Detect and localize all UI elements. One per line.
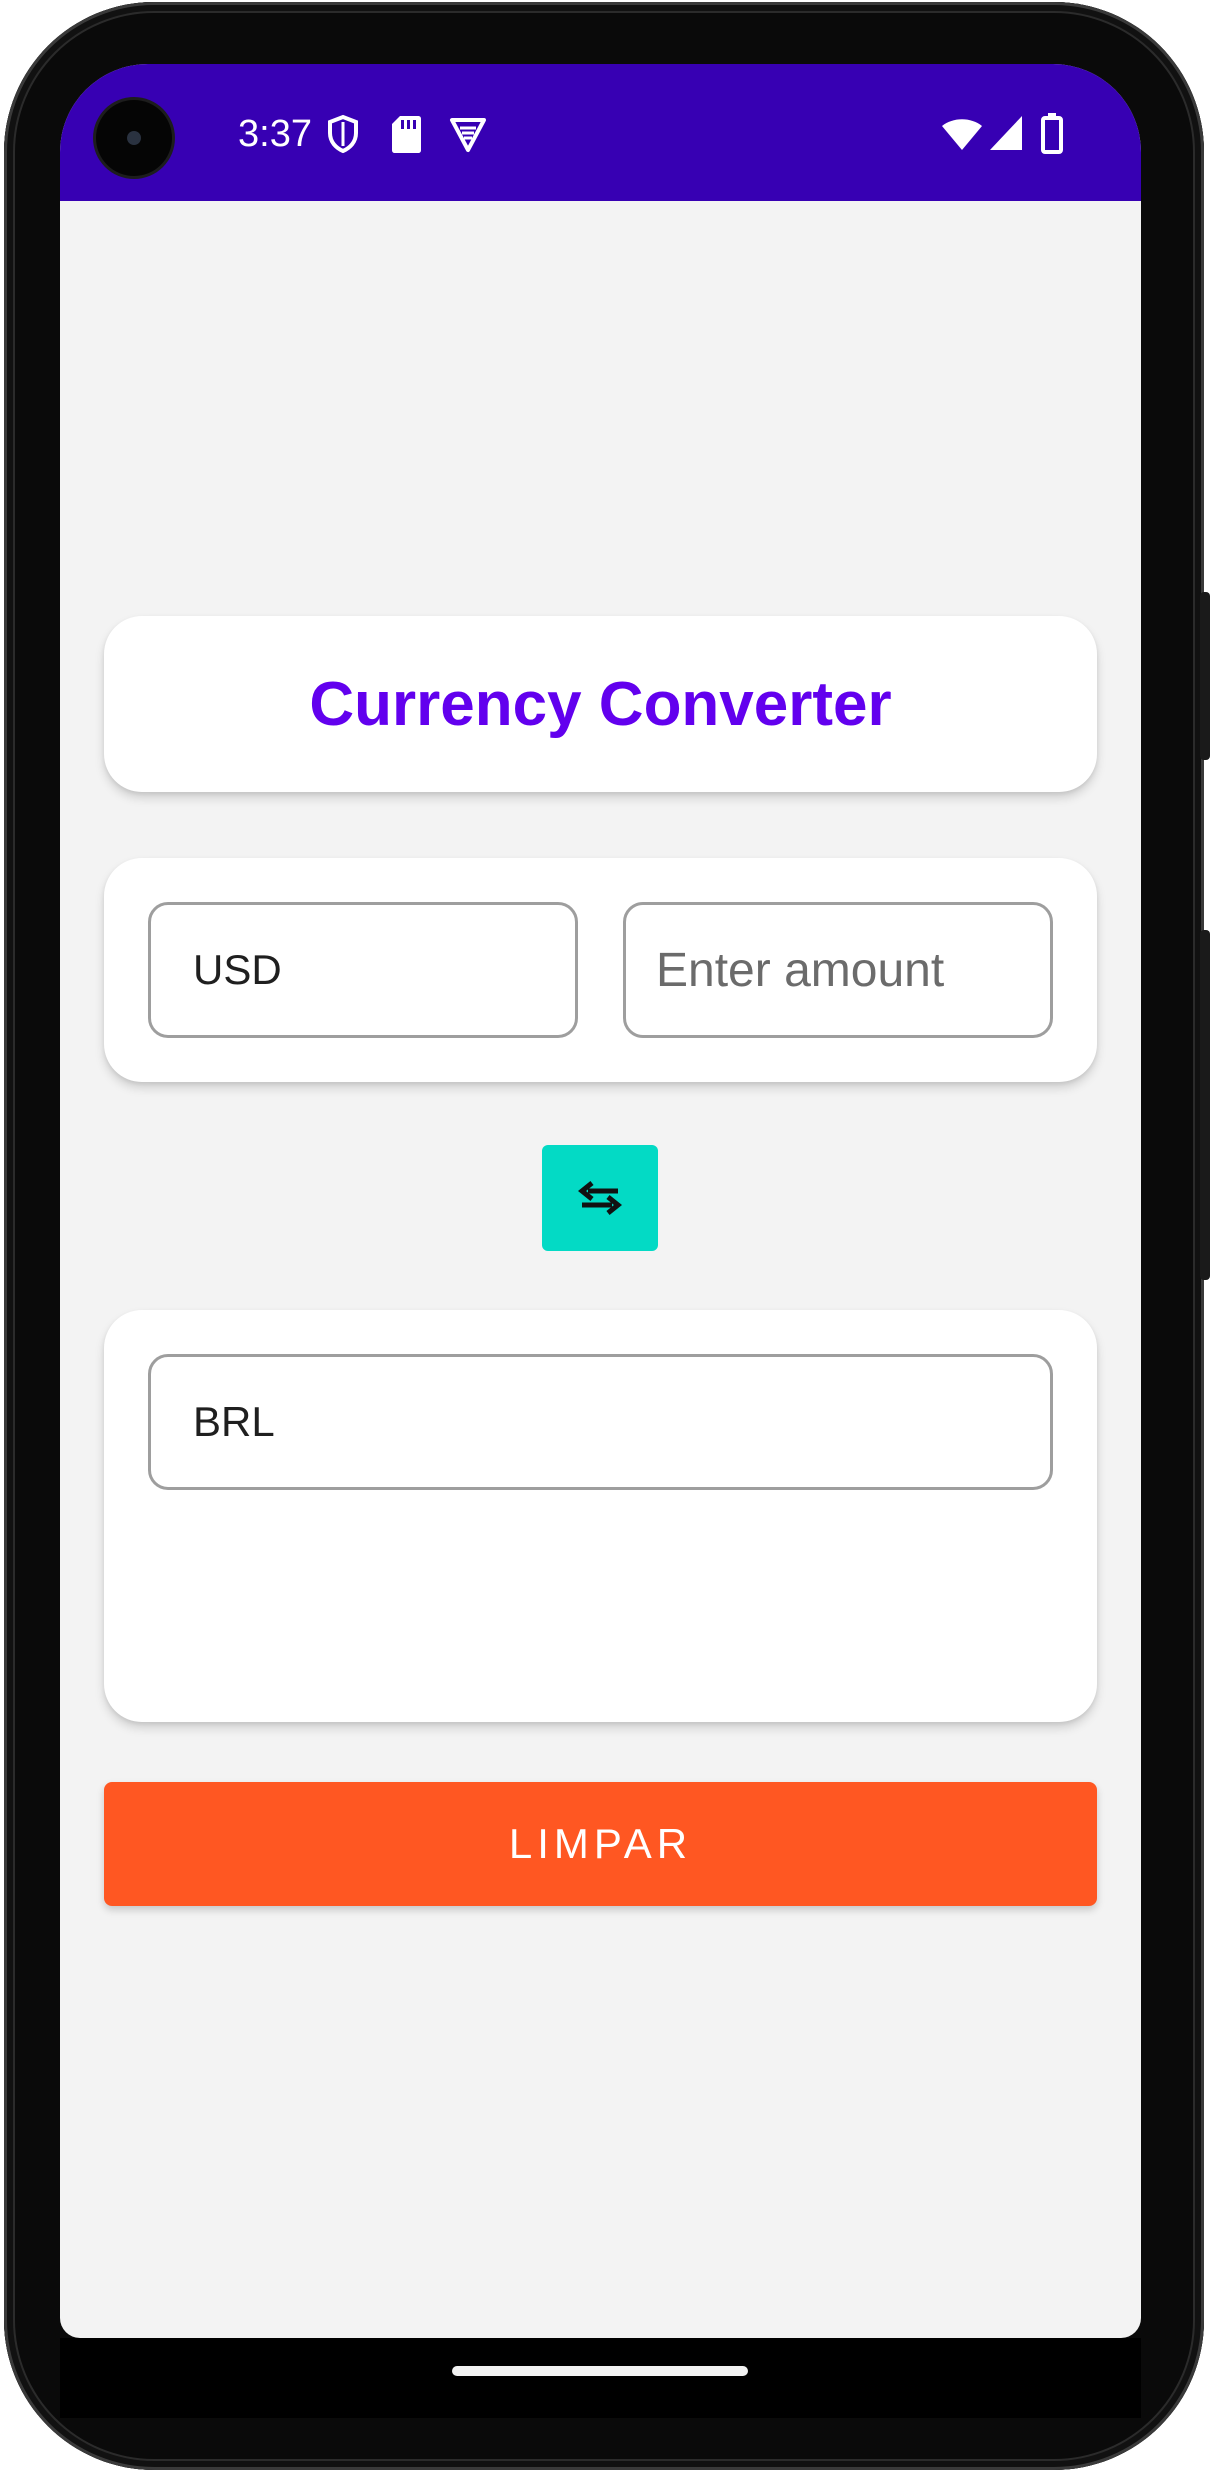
input-card: USD Enter amount: [104, 858, 1097, 1082]
amount-input[interactable]: Enter amount: [623, 902, 1053, 1038]
title-card: Currency Converter: [104, 616, 1097, 792]
app-screen: 3:37 Currency Converter USD Enter amount…: [60, 64, 1141, 2338]
swap-horizontal-icon: [578, 1181, 622, 1215]
front-camera: [96, 100, 172, 176]
clear-button[interactable]: LIMPAR: [104, 1782, 1097, 1906]
amount-placeholder: Enter amount: [656, 943, 945, 997]
status-bar: 3:37: [60, 64, 1141, 201]
power-button: [1200, 592, 1210, 760]
navigation-bar: [60, 2338, 1141, 2418]
phone-device: 3:37 Currency Converter USD Enter amount…: [0, 0, 1211, 2474]
swap-currencies-button[interactable]: [542, 1145, 658, 1251]
shield-icon: [328, 114, 358, 154]
home-gesture-handle[interactable]: [452, 2366, 748, 2376]
from-currency-value: USD: [193, 946, 282, 993]
to-currency-field[interactable]: BRL: [148, 1354, 1053, 1490]
clear-button-label: LIMPAR: [508, 1820, 693, 1867]
output-card: BRL: [104, 1310, 1097, 1722]
battery-icon: [1041, 113, 1063, 154]
wifi-icon: [942, 119, 982, 150]
sd-card-icon: [392, 116, 421, 153]
from-currency-field[interactable]: USD: [148, 902, 578, 1038]
app-title: Currency Converter: [309, 669, 892, 739]
volume-button: [1200, 930, 1210, 1280]
status-time: 3:37: [238, 113, 312, 155]
signal-icon: [990, 116, 1022, 150]
vpn-icon: [450, 118, 486, 152]
conversion-result: [148, 1530, 1053, 1650]
to-currency-value: BRL: [193, 1398, 275, 1445]
